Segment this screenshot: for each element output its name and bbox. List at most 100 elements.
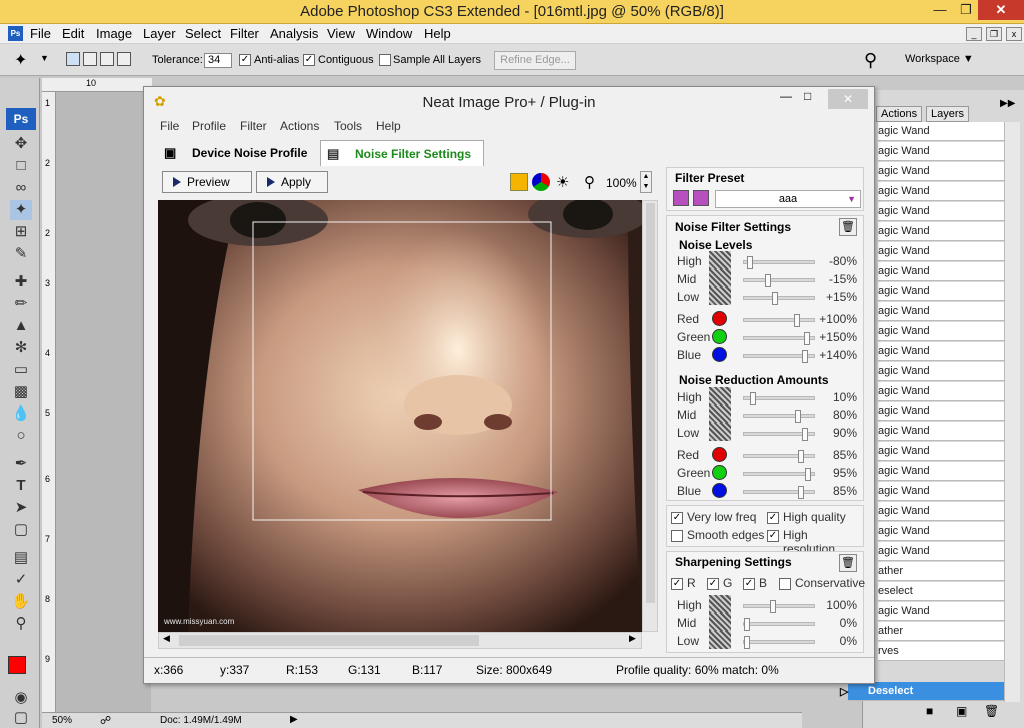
status-menu-arrow-icon[interactable]: ▶ [290,714,298,725]
tab-device-noise-profile[interactable]: ▣ Device Noise Profile [158,140,318,166]
eraser-tool-icon[interactable]: ▭ [10,360,32,380]
zoom-icon[interactable]: ⚲ [584,173,595,191]
action-item[interactable]: agic Wand [878,122,1004,141]
foreground-color-swatch[interactable] [8,656,26,674]
value-slider[interactable] [743,636,815,649]
preview-horizontal-scrollbar[interactable]: ◀ ▶ [158,632,642,649]
value-slider[interactable] [743,410,815,423]
filter-option-checkbox[interactable]: ✓ [767,512,779,524]
action-item[interactable]: agic Wand [878,182,1004,201]
plugin-menu-profile[interactable]: Profile [192,119,226,133]
menu-filter[interactable]: Filter [230,26,259,41]
value-slider[interactable] [743,292,815,305]
refine-edge-button[interactable]: Refine Edge... [494,51,576,70]
quick-mask-icon[interactable]: ◉ [10,688,32,708]
panel-new-icon[interactable]: ▣ [956,704,967,718]
eyedropper-tool-icon[interactable]: ✓ [10,570,32,590]
menu-image[interactable]: Image [96,26,132,41]
doc-restore-button[interactable]: ❐ [986,27,1002,41]
action-item[interactable]: agic Wand [878,282,1004,301]
menu-help[interactable]: Help [424,26,451,41]
blur-tool-icon[interactable]: 💧 [10,404,32,424]
action-item[interactable]: agic Wand [878,362,1004,381]
slice-tool-icon[interactable]: ✎ [10,244,32,264]
screen-mode-icon[interactable]: ▢ [10,708,32,728]
value-slider[interactable] [743,486,815,499]
action-item[interactable]: agic Wand [878,482,1004,501]
workspace-dropdown[interactable]: Workspace ▼ [905,53,974,65]
sharpening-channel-checkbox[interactable]: ✓ [671,578,683,590]
slider-knob[interactable] [770,600,776,613]
tolerance-input[interactable]: 34 [204,53,232,68]
document-canvas[interactable] [56,92,151,712]
rgb-channels-icon[interactable] [532,173,550,191]
path-select-icon[interactable]: ➤ [10,498,32,518]
doc-minimize-button[interactable]: _ [966,27,982,41]
zoom-stepper[interactable]: ▲ ▼ [640,171,652,193]
contiguous-checkbox[interactable]: ✓ [303,54,315,66]
action-item[interactable]: agic Wand [878,602,1004,621]
preview-vertical-scrollbar[interactable] [642,200,658,632]
menu-view[interactable]: View [327,26,355,41]
value-slider[interactable] [743,350,815,363]
action-item[interactable]: agic Wand [878,162,1004,181]
menu-file[interactable]: File [30,26,51,41]
lasso-tool-icon[interactable]: ∞ [10,178,32,198]
value-slider[interactable] [743,468,815,481]
action-item[interactable]: ather [878,622,1004,641]
slider-knob[interactable] [750,392,756,405]
subtract-selection-icon[interactable] [100,52,114,66]
plugin-menu-filter[interactable]: Filter [240,119,267,133]
value-slider[interactable] [743,450,815,463]
preview-image[interactable]: www.missyuan.com [158,200,642,632]
info-icon[interactable]: ☍ [100,714,111,727]
antialias-checkbox[interactable]: ✓ [239,54,251,66]
value-slider[interactable] [743,274,815,287]
plugin-menu-actions[interactable]: Actions [280,119,319,133]
panel-scrollbar[interactable] [1004,122,1020,702]
filter-option-checkbox[interactable]: ✓ [671,512,683,524]
action-item[interactable]: agic Wand [878,402,1004,421]
panel-collapse-icon[interactable]: ▶▶ [1000,98,1015,109]
panel-trash-icon[interactable]: 🗑 [984,704,999,718]
dodge-tool-icon[interactable]: ○ [10,426,32,446]
healing-tool-icon[interactable]: ✚ [10,272,32,292]
minimize-button[interactable]: — [926,0,954,20]
tab-noise-filter-settings[interactable]: ▤ Noise Filter Settings [320,140,484,166]
plugin-minimize-button[interactable]: — [780,89,792,103]
chevron-down-icon[interactable]: ▼ [40,53,49,63]
filter-option-checkbox[interactable]: ✓ [767,530,779,542]
close-button[interactable]: ✕ [978,0,1024,20]
slider-knob[interactable] [744,636,750,649]
action-item[interactable]: agic Wand [878,322,1004,341]
slider-knob[interactable] [798,450,804,463]
history-brush-icon[interactable]: ✻ [10,338,32,358]
preset-dropdown[interactable]: aaa ▼ [715,190,861,208]
menu-edit[interactable]: Edit [62,26,84,41]
selected-action-item[interactable]: ▷ Deselect [840,682,1004,701]
scroll-thumb[interactable] [179,635,479,646]
action-item[interactable]: ather [878,562,1004,581]
plugin-maximize-button[interactable]: □ [804,89,811,103]
add-selection-icon[interactable] [83,52,97,66]
brush-tool-icon[interactable]: ✏ [10,294,32,314]
action-item[interactable]: agic Wand [878,302,1004,321]
action-item[interactable]: agic Wand [878,382,1004,401]
slider-knob[interactable] [795,410,801,423]
action-item[interactable]: agic Wand [878,262,1004,281]
filter-option-checkbox[interactable] [671,530,683,542]
crop-tool-icon[interactable]: ⊞ [10,222,32,242]
menu-analysis[interactable]: Analysis [270,26,318,41]
gradient-tool-icon[interactable]: ▩ [10,382,32,402]
plugin-close-button[interactable]: ✕ [828,89,868,109]
action-item[interactable]: agic Wand [878,222,1004,241]
new-selection-icon[interactable] [66,52,80,66]
value-slider[interactable] [743,428,815,441]
menu-layer[interactable]: Layer [143,26,176,41]
preset-save-icon[interactable] [693,190,709,206]
maximize-button[interactable]: ❐ [952,0,980,20]
value-slider[interactable] [743,332,815,345]
action-item[interactable]: agic Wand [878,462,1004,481]
layers-compare-icon[interactable] [510,173,528,191]
preset-load-icon[interactable] [673,190,689,206]
